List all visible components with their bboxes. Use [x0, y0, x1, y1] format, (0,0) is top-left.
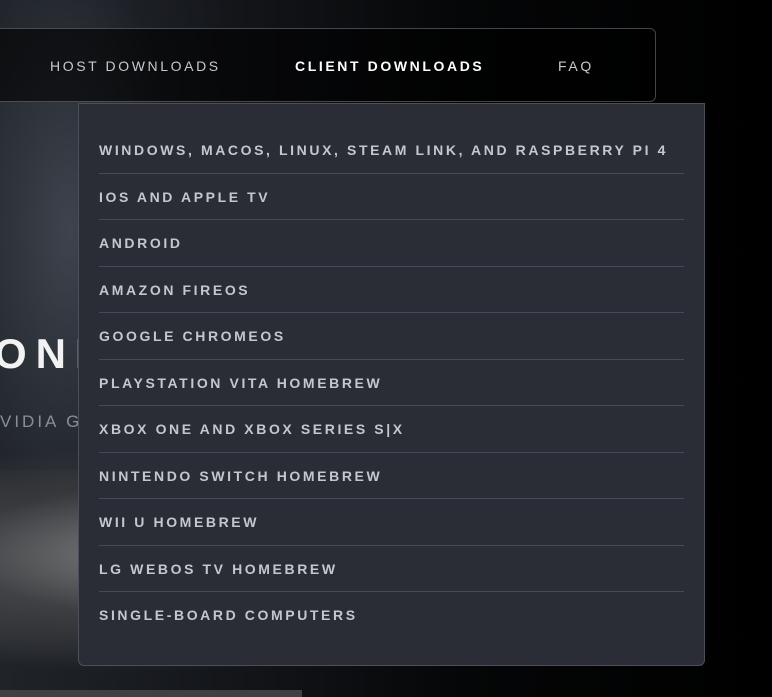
dropdown-item-single-board-computers[interactable]: SINGLE-BOARD COMPUTERS	[99, 592, 684, 639]
nav-faq[interactable]: FAQ	[558, 29, 594, 103]
nav-client-downloads[interactable]: CLIENT DOWNLOADS	[295, 29, 484, 103]
dropdown-item-android[interactable]: ANDROID	[99, 220, 684, 267]
dropdown-item-xbox[interactable]: XBOX ONE AND XBOX SERIES S|X	[99, 406, 684, 453]
dropdown-item-wii-u[interactable]: WII U HOMEBREW	[99, 499, 684, 546]
bottom-bar	[0, 690, 302, 697]
dropdown-item-ios-apple-tv[interactable]: IOS AND APPLE TV	[99, 174, 684, 220]
dropdown-item-nintendo-switch[interactable]: NINTENDO SWITCH HOMEBREW	[99, 453, 684, 499]
dropdown-item-playstation-vita[interactable]: PLAYSTATION VITA HOMEBREW	[99, 360, 684, 406]
nav-host-downloads[interactable]: HOST DOWNLOADS	[50, 29, 221, 103]
dropdown-item-google-chromeos[interactable]: GOOGLE CHROMEOS	[99, 313, 684, 360]
client-downloads-dropdown: WINDOWS, MACOS, LINUX, STEAM LINK, AND R…	[78, 103, 705, 666]
top-navigation: HOST DOWNLOADS CLIENT DOWNLOADS FAQ	[0, 28, 656, 102]
dropdown-item-windows-macos-linux[interactable]: WINDOWS, MACOS, LINUX, STEAM LINK, AND R…	[99, 127, 684, 174]
dropdown-item-amazon-fireos[interactable]: AMAZON FIREOS	[99, 267, 684, 313]
dropdown-item-lg-webos[interactable]: LG WEBOS TV HOMEBREW	[99, 546, 684, 592]
